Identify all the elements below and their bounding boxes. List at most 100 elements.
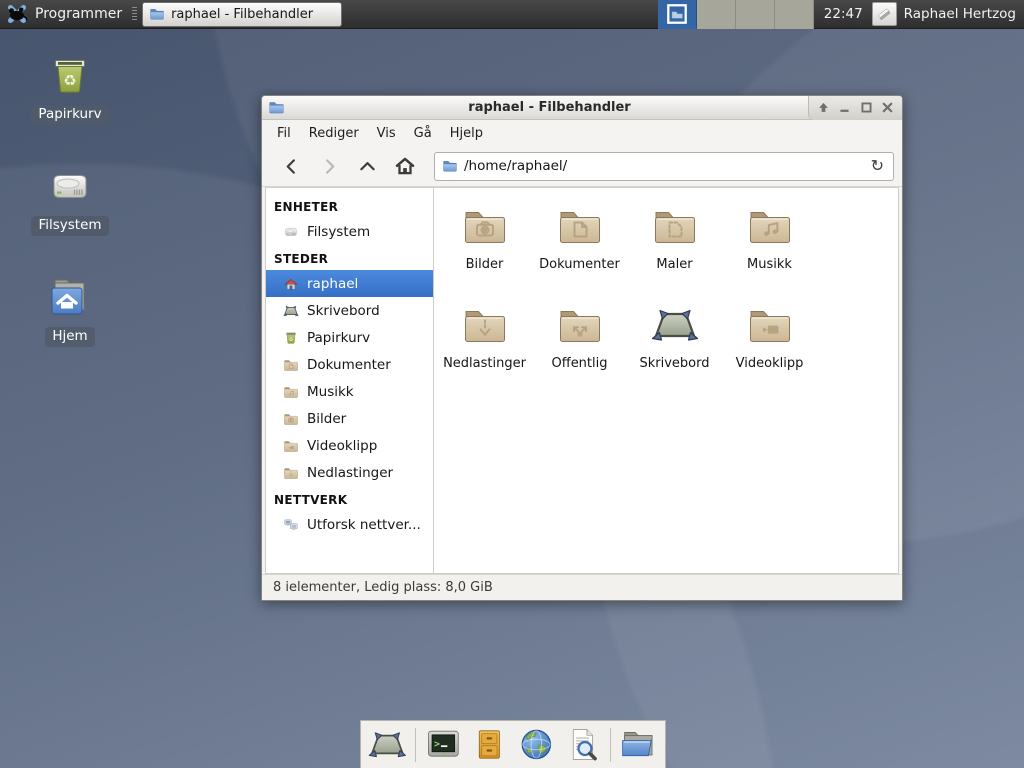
path-bar[interactable]: /home/raphael/ ↻	[434, 152, 894, 181]
minimize-button[interactable]	[837, 100, 852, 115]
desktop-icon-label: Hjem	[45, 327, 94, 347]
home-button[interactable]	[386, 151, 424, 181]
up-button[interactable]	[348, 151, 386, 181]
sidebar-item-music[interactable]: Musikk	[266, 378, 433, 405]
file-item-public[interactable]: Offentlig	[532, 301, 627, 400]
sidebar-item-browse-network[interactable]: Utforsk nettver...	[266, 511, 433, 538]
menu-go[interactable]: Gå	[405, 122, 441, 145]
home-icon	[283, 276, 299, 292]
file-item-documents[interactable]: Dokumenter	[532, 202, 627, 301]
workspace-4[interactable]	[775, 0, 814, 29]
folder-documents-icon	[283, 357, 299, 373]
menu-view[interactable]: Vis	[368, 122, 405, 145]
show-desktop-button[interactable]	[368, 724, 407, 765]
back-icon	[282, 157, 301, 176]
sidebar-item-label: Filsystem	[307, 224, 370, 240]
web-browser-launcher[interactable]	[517, 724, 556, 765]
svg-text:>: >	[434, 739, 440, 750]
desktop-icon	[283, 303, 299, 319]
statusbar-text: 8 ielementer, Ledig plass: 8,0 GiB	[273, 580, 493, 595]
sidebar-item-raphael[interactable]: raphael	[266, 270, 433, 297]
file-label: Nedlastinger	[443, 356, 526, 371]
file-label: Videoklipp	[736, 356, 804, 371]
sidebar-item-videos[interactable]: Videoklipp	[266, 432, 433, 459]
top-panel: Programmer raphael - Filbehandler 22:47 …	[0, 0, 1024, 29]
desktop-icon-filesystem[interactable]: Filsystem	[22, 163, 118, 236]
sidebar-item-filesystem[interactable]: Filsystem	[266, 218, 433, 245]
sidebar-item-downloads[interactable]: Nedlastinger	[266, 459, 433, 486]
sidebar-item-label: raphael	[307, 276, 358, 292]
file-label: Offentlig	[552, 356, 608, 371]
workspace-1[interactable]	[658, 0, 697, 29]
folder-documents-icon	[556, 202, 604, 250]
workspace-2[interactable]	[697, 0, 736, 29]
back-button[interactable]	[272, 151, 310, 181]
trash-icon: ♻	[283, 330, 299, 346]
folder-icon	[442, 158, 458, 174]
file-manager-launcher[interactable]	[619, 724, 658, 765]
sidebar-item-label: Utforsk nettver...	[307, 517, 421, 533]
taskbar-window-button[interactable]: raphael - Filbehandler	[142, 2, 342, 27]
folder-downloads-icon	[461, 301, 509, 349]
search-launcher[interactable]	[564, 724, 603, 765]
mini-window-icon	[666, 3, 688, 25]
sidebar-item-pictures[interactable]: Bilder	[266, 405, 433, 432]
forward-button[interactable]	[310, 151, 348, 181]
svg-text:♻: ♻	[289, 337, 294, 343]
menu-file[interactable]: Fil	[268, 122, 300, 145]
tasklist-grip	[132, 7, 137, 21]
menu-help[interactable]: Hjelp	[441, 122, 492, 145]
sidebar-item-label: Nedlastinger	[307, 465, 393, 481]
folder-public-icon	[556, 301, 604, 349]
maximize-button[interactable]	[859, 100, 874, 115]
harddrive-icon	[283, 224, 299, 240]
session-button[interactable]	[872, 2, 897, 26]
home-icon	[394, 155, 416, 177]
close-button[interactable]	[880, 100, 895, 115]
reload-button[interactable]: ↻	[869, 158, 886, 174]
desktop-icon-label: Filsystem	[31, 216, 108, 236]
titlebar[interactable]: raphael - Filbehandler	[262, 96, 902, 120]
path-input[interactable]: /home/raphael/	[464, 158, 863, 174]
sidebar-item-desktop[interactable]: Skrivebord	[266, 297, 433, 324]
window-folder-icon	[149, 6, 165, 22]
file-label: Maler	[656, 257, 692, 272]
window-content: ENHETER Filsystem STEDER raphael Skriveb…	[262, 187, 902, 574]
sidebar: ENHETER Filsystem STEDER raphael Skriveb…	[265, 187, 433, 574]
applications-menu-icon[interactable]	[5, 2, 29, 26]
folder-pictures-icon	[461, 202, 509, 250]
file-item-downloads[interactable]: Nedlastinger	[437, 301, 532, 400]
menu-edit[interactable]: Rediger	[300, 122, 368, 145]
sidebar-item-label: Skrivebord	[307, 303, 380, 319]
workspace-3[interactable]	[736, 0, 775, 29]
file-item-templates[interactable]: Maler	[627, 202, 722, 301]
file-item-desktop[interactable]: Skrivebord	[627, 301, 722, 400]
up-icon	[358, 157, 377, 176]
file-item-pictures[interactable]: Bilder	[437, 202, 532, 301]
terminal-launcher[interactable]: >	[424, 724, 463, 765]
desktop-icon-label: Papirkurv	[31, 105, 108, 125]
file-list[interactable]: Bilder Dokumenter Maler Musikk Nedlastin…	[433, 187, 899, 574]
folder-music-icon	[283, 384, 299, 400]
shade-button[interactable]	[816, 100, 831, 115]
file-item-videos[interactable]: Videoklipp	[722, 301, 817, 400]
dock: >	[360, 720, 666, 768]
user-name: Raphael Hertzog	[904, 6, 1016, 22]
sidebar-item-label: Bilder	[307, 411, 346, 427]
dock-separator	[610, 728, 611, 762]
window-title: raphael - Filbehandler	[291, 100, 808, 115]
applications-menu-button[interactable]: Programmer	[35, 6, 122, 22]
folder-pictures-icon	[283, 411, 299, 427]
desktop-icon	[651, 301, 699, 349]
toolbar: /home/raphael/ ↻	[262, 146, 902, 187]
sidebar-item-documents[interactable]: Dokumenter	[266, 351, 433, 378]
sidebar-item-trash[interactable]: ♻ Papirkurv	[266, 324, 433, 351]
sidebar-header-devices: ENHETER	[266, 193, 433, 218]
file-label: Musikk	[747, 257, 792, 272]
file-cabinet-launcher[interactable]	[470, 724, 509, 765]
desktop-icon-trash[interactable]: ♻ Papirkurv	[22, 52, 118, 125]
desktop-icon-home[interactable]: Hjem	[22, 274, 118, 347]
file-item-music[interactable]: Musikk	[722, 202, 817, 301]
harddrive-icon	[46, 163, 94, 211]
sidebar-item-label: Dokumenter	[307, 357, 391, 373]
